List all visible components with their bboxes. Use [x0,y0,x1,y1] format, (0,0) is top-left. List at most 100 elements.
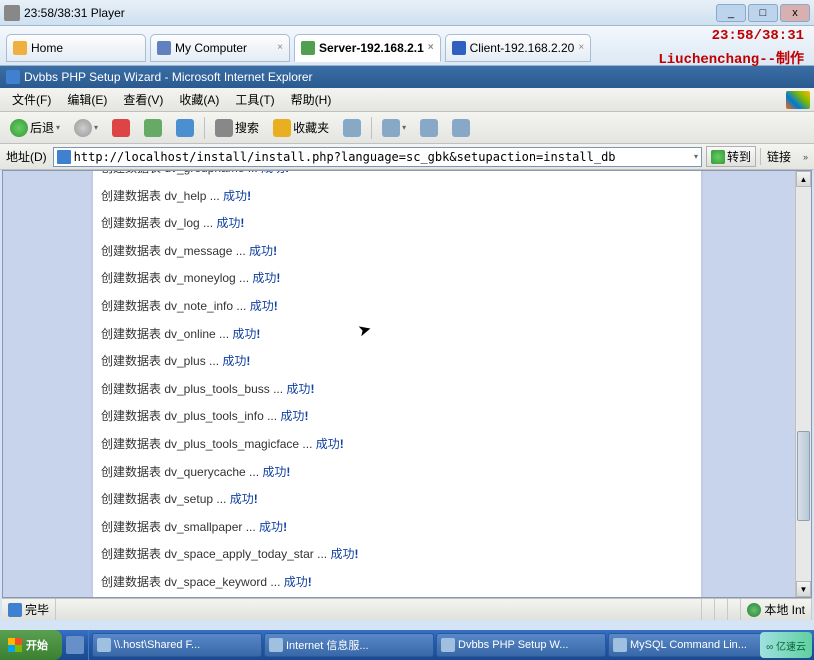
ie-menubar: 文件(F) 编辑(E) 查看(V) 收藏(A) 工具(T) 帮助(H) [0,88,814,112]
success-text: 成功! [330,547,358,561]
server-icon [301,41,315,55]
success-text: 成功! [223,189,251,203]
tab-close-icon[interactable]: × [277,42,283,53]
tab-label: Client-192.168.2.20 [470,41,575,55]
log-row: 创建数据表 dv_online ... 成功! [101,321,693,349]
success-text: 成功! [261,170,289,175]
ie-toolbar: 后退▾ ▾ 搜索 收藏夹 ▾ [0,112,814,144]
stop-icon [112,119,130,137]
search-button[interactable]: 搜索 [211,117,263,139]
success-text: 成功! [250,299,278,313]
page-icon [57,150,71,164]
links-label[interactable]: 链接 [760,148,797,165]
tab-label: Server-192.168.2.1 [319,41,424,55]
success-text: 成功! [232,327,260,341]
log-row: 创建数据表 dv_setup ... 成功! [101,486,693,514]
success-text: 成功! [216,216,244,230]
forward-icon [74,119,92,137]
success-text: 成功! [259,520,287,534]
back-button[interactable]: 后退▾ [6,117,64,139]
log-row: 创建数据表 dv_space_post ... 成功! [101,597,693,598]
document-icon [8,603,22,617]
menu-favorites[interactable]: 收藏(A) [171,89,227,110]
log-row: 创建数据表 dv_plus ... 成功! [101,348,693,376]
player-window-controls: _ □ x [716,4,810,22]
address-dropdown-icon[interactable]: ▾ [694,152,698,161]
scroll-thumb[interactable] [797,431,810,521]
ie-titlebar: Dvbbs PHP Setup Wizard - Microsoft Inter… [0,66,814,88]
taskbar-task-button[interactable]: MySQL Command Lin... [608,633,778,657]
start-button[interactable]: 开始 [0,630,62,660]
ie-window-title: Dvbbs PHP Setup Wizard - Microsoft Inter… [24,70,313,84]
edit-icon [452,119,470,137]
menu-view[interactable]: 查看(V) [115,89,171,110]
menu-file[interactable]: 文件(F) [4,89,59,110]
address-input[interactable] [74,150,691,164]
stop-button[interactable] [108,117,134,139]
menu-tools[interactable]: 工具(T) [227,89,282,110]
menu-help[interactable]: 帮助(H) [283,89,340,110]
tab-label: My Computer [175,41,247,55]
edit-button[interactable] [448,117,474,139]
tab-my-computer[interactable]: My Computer × [150,34,290,62]
ie-address-bar: 地址(D) ▾ 转到 链接 » [0,144,814,170]
links-chevron-icon[interactable]: » [801,152,810,162]
task-icon [269,638,283,652]
go-button[interactable]: 转到 [706,146,756,167]
home-button[interactable] [172,117,198,139]
player-titlebar: 23:58/38:31 Player _ □ x [0,0,814,26]
success-text: 成功! [222,354,250,368]
mail-button[interactable]: ▾ [378,117,410,139]
taskbar-task-button[interactable]: Internet 信息服... [264,633,434,657]
quick-launch-item[interactable] [66,636,84,654]
back-icon [10,119,28,137]
go-icon [711,150,725,164]
log-row: 创建数据表 dv_space_apply_today_star ... 成功! [101,541,693,569]
forward-button[interactable]: ▾ [70,117,102,139]
tab-close-icon[interactable]: × [428,42,434,53]
tab-server[interactable]: Server-192.168.2.1 × [294,34,441,62]
print-icon [420,119,438,137]
log-row: 创建数据表 dv_groupname ... 成功! [101,170,693,183]
page-content: 创建数据表 dv_groupname ... 成功!创建数据表 dv_help … [93,170,701,597]
log-row: 创建数据表 dv_moneylog ... 成功! [101,265,693,293]
close-button[interactable]: x [780,4,810,22]
system-tray[interactable]: ∞ 亿速云 [760,632,812,658]
vertical-scrollbar[interactable]: ▲ ▼ [795,171,811,597]
maximize-button[interactable]: □ [748,4,778,22]
taskbar-task-button[interactable]: Dvbbs PHP Setup W... [436,633,606,657]
history-button[interactable] [339,117,365,139]
tab-home[interactable]: Home [6,34,146,62]
log-row: 创建数据表 dv_help ... 成功! [101,183,693,211]
log-row: 创建数据表 dv_plus_tools_magicface ... 成功! [101,431,693,459]
log-row: 创建数据表 dv_log ... 成功! [101,210,693,238]
log-row: 创建数据表 dv_smallpaper ... 成功! [101,514,693,542]
scroll-down-button[interactable]: ▼ [796,581,811,597]
tab-close-icon[interactable]: × [578,42,584,53]
computer-icon [157,41,171,55]
refresh-icon [144,119,162,137]
tabstrip: Home My Computer × Server-192.168.2.1 × … [0,26,814,66]
tab-client[interactable]: Client-192.168.2.20 × [445,34,592,62]
status-text: 完毕 [2,599,56,620]
windows-taskbar: 开始 \\.host\Shared F...Internet 信息服...Dvb… [0,630,814,660]
address-label: 地址(D) [4,148,49,165]
task-icon [613,638,627,652]
ie-app-icon [6,70,20,84]
scroll-up-button[interactable]: ▲ [796,171,811,187]
refresh-button[interactable] [140,117,166,139]
log-row: 创建数据表 dv_space_keyword ... 成功! [101,569,693,597]
quick-launch [62,630,89,660]
windows-logo-icon [8,638,22,652]
success-text: 成功! [249,244,277,258]
log-row: 创建数据表 dv_note_info ... 成功! [101,293,693,321]
success-text: 成功! [280,409,308,423]
log-row: 创建数据表 dv_plus_tools_info ... 成功! [101,403,693,431]
taskbar-task-button[interactable]: \\.host\Shared F... [92,633,262,657]
minimize-button[interactable]: _ [716,4,746,22]
address-combobox[interactable]: ▾ [53,147,702,167]
zone-indicator: 本地 Int [741,599,812,620]
favorites-button[interactable]: 收藏夹 [269,117,333,139]
menu-edit[interactable]: 编辑(E) [59,89,115,110]
print-button[interactable] [416,117,442,139]
